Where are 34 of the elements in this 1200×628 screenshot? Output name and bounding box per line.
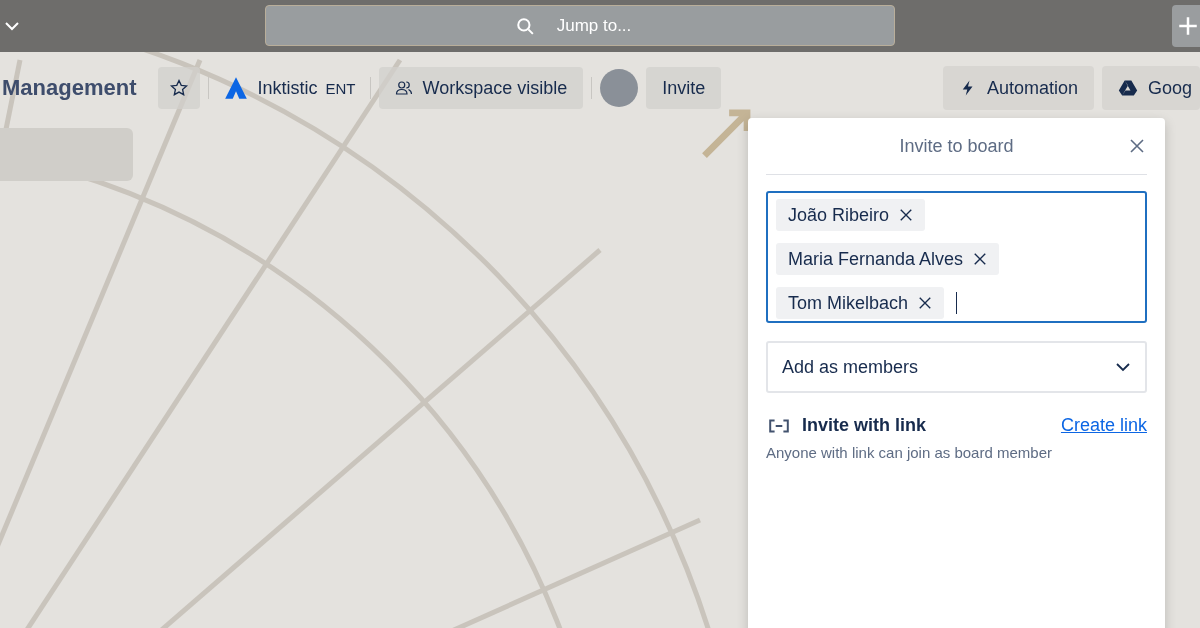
star-button[interactable] [158,67,201,109]
board-title: Management [2,75,137,101]
search-field[interactable]: Jump to... [265,5,895,46]
invitee-name: Maria Fernanda Alves [788,248,964,270]
invite-button[interactable]: Invite [646,67,722,109]
close-icon [1129,138,1145,154]
star-icon [169,78,190,98]
remove-button[interactable] [918,296,933,310]
workspace-name: Inktistic [257,77,318,99]
close-icon [918,296,933,310]
create-link[interactable]: Create link [1060,415,1147,436]
role-select[interactable]: Add as members [766,341,1147,393]
people-icon [394,79,413,97]
invitee-name: João Ribeiro [788,204,890,226]
link-section-title: Invite with link [802,415,926,436]
add-button[interactable] [1172,5,1200,47]
text-cursor [956,292,958,314]
mountain-logo-icon [223,75,250,101]
dialog-title: Invite to board [899,135,1014,157]
workspace-tier-label: ENT [325,79,356,97]
close-icon [899,208,914,222]
invitee-name: Tom Mikelbach [788,292,909,314]
plus-icon [1178,16,1198,36]
power-up-button[interactable]: Goog [1101,66,1200,110]
link-icon [768,417,790,434]
close-icon [973,252,988,266]
link-description: Anyone with link can join as board member [766,444,1053,461]
visibility-button[interactable]: Workspace visible [378,67,584,109]
automation-button[interactable]: Automation [942,66,1094,110]
remove-button[interactable] [973,252,988,266]
invitee-input-field[interactable]: João Ribeiro Maria Fernanda Alves Tom Mikelbach [766,191,1147,323]
remove-button[interactable] [899,208,914,222]
workspace-button[interactable]: Inktistic ENT [217,67,362,109]
search-icon [516,17,534,35]
